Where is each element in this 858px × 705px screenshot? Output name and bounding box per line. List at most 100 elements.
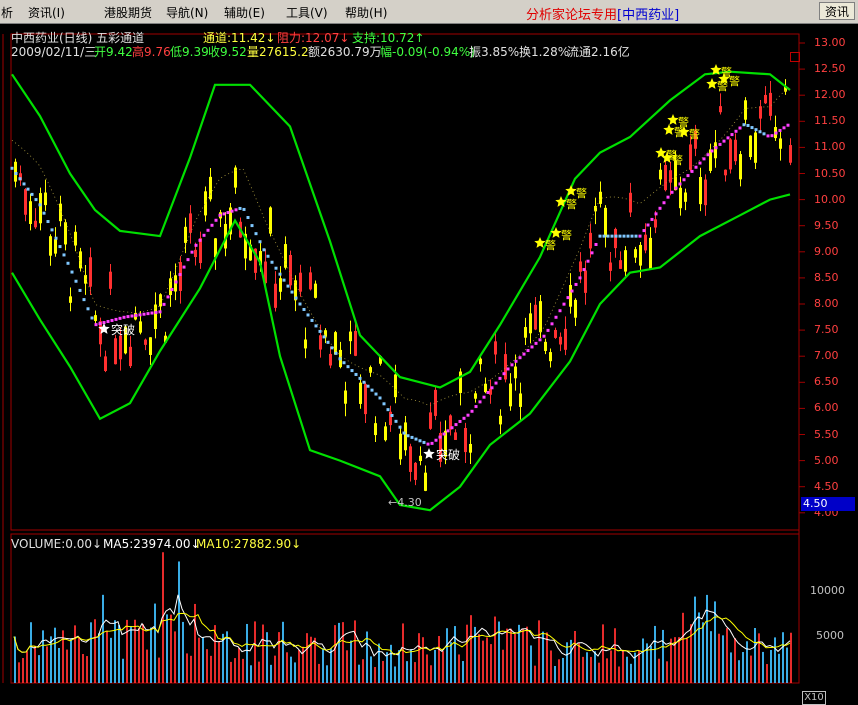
volume-bar <box>650 645 652 683</box>
menu-navigate[interactable]: 导航(N) <box>166 4 208 21</box>
mid-line-dot <box>66 261 70 265</box>
mid-line-dot <box>766 134 770 138</box>
mid-line-dot <box>186 258 190 262</box>
volume-bar <box>334 625 336 683</box>
menu-help[interactable]: 帮助(H) <box>345 4 387 21</box>
volume-bar <box>450 642 452 683</box>
mid-line-dot <box>202 233 206 237</box>
volume-bar <box>582 656 584 683</box>
menu-tools[interactable]: 工具(V) <box>286 4 328 21</box>
volume-bar <box>82 654 84 683</box>
mid-line-dot <box>726 136 730 140</box>
candle-body <box>699 176 702 205</box>
volume-bar <box>554 665 556 683</box>
volume-axis-5000: 5000 <box>816 629 844 642</box>
mid-line-dot <box>478 400 482 404</box>
volume-bar <box>50 636 52 683</box>
close-icon[interactable] <box>790 52 800 62</box>
mid-line-dot <box>510 363 514 367</box>
candle-body <box>114 338 117 365</box>
change-value: 幅-0.09(-0.94%) <box>380 45 475 59</box>
mid-line-dot <box>566 296 570 300</box>
mid-line-dot <box>614 234 618 238</box>
mid-line-dot <box>634 234 638 238</box>
mid-line-dot <box>538 338 542 342</box>
volume-bar <box>578 643 580 683</box>
volume-bar <box>494 616 496 683</box>
volume-bar <box>486 637 488 683</box>
candle-body <box>559 336 562 345</box>
volume-bar <box>234 658 236 683</box>
candle-body <box>609 262 612 271</box>
mid-line-dot <box>274 266 278 270</box>
candle-body <box>24 189 27 215</box>
candle-body <box>74 231 77 246</box>
volume-bar <box>542 631 544 683</box>
mid-line-dot <box>294 296 298 300</box>
mid-line-dot <box>394 419 398 423</box>
mid-line-dot <box>502 372 506 376</box>
menu-info[interactable]: 资讯(I) <box>28 4 65 21</box>
candle-body <box>584 270 587 293</box>
volume-bar <box>102 594 104 683</box>
candle-body <box>349 331 352 342</box>
price-axis-label: 13.00 <box>814 36 846 49</box>
volume-bar <box>90 622 92 683</box>
mid-line-dot <box>130 314 134 318</box>
price-axis-label: 6.00 <box>814 401 839 415</box>
scale-button[interactable]: X10 <box>802 691 826 705</box>
candle-body <box>309 272 312 290</box>
volume-bar <box>342 622 344 683</box>
candle-body <box>44 192 47 206</box>
volume-bar <box>662 629 664 683</box>
close-value: 收9.52 <box>208 45 247 59</box>
mid-line-dot <box>94 323 98 327</box>
mid-line-dot <box>458 419 462 423</box>
chart-svg[interactable]: 警警警警警警警警警警警警 <box>0 24 858 695</box>
volume-bar <box>66 649 68 683</box>
candle-body <box>34 220 37 228</box>
volume-bar <box>30 622 32 683</box>
volume-bar <box>226 631 228 683</box>
volume-bar <box>178 561 180 683</box>
mid-line-dot <box>34 198 38 202</box>
volume-bar <box>138 628 140 683</box>
mid-line-dot <box>298 302 302 306</box>
mid-line-dot <box>90 316 94 320</box>
candle-body <box>654 219 657 228</box>
menu-hk-futures[interactable]: 港股期货 <box>104 4 152 21</box>
candle-body <box>534 304 537 330</box>
menu-assist[interactable]: 辅助(E) <box>224 4 265 21</box>
candle-body <box>69 296 72 303</box>
candle-body <box>549 352 552 362</box>
candle-body <box>759 106 762 119</box>
mid-line-dot <box>62 253 66 257</box>
mid-line-dot <box>646 223 650 227</box>
mid-line-dot <box>286 284 290 288</box>
mid-line-dot <box>54 236 58 240</box>
mid-line-dot <box>22 182 26 186</box>
volume-bar <box>730 652 732 683</box>
candle-body <box>729 139 732 170</box>
candle-body <box>329 353 332 366</box>
volume-bar <box>110 637 112 683</box>
candle-body <box>754 132 757 163</box>
volume-bar <box>278 632 280 683</box>
open-value: 开9.42 <box>94 45 133 59</box>
current-price-box: 4.50 <box>801 497 855 511</box>
volume-bar <box>186 653 188 683</box>
mid-line-dot <box>178 273 182 277</box>
menu-analysis[interactable]: 析 <box>1 4 13 21</box>
candle-body <box>684 192 687 202</box>
candle-body <box>274 283 277 308</box>
candle-body <box>739 154 742 180</box>
volume-bar <box>774 637 776 683</box>
mid-line-dot <box>474 405 478 409</box>
volume-bar <box>786 647 788 683</box>
mid-line-dot <box>666 195 670 199</box>
mid-line-dot <box>406 434 410 438</box>
candle-body <box>474 393 477 399</box>
mid-line-dot <box>162 302 166 306</box>
info-button[interactable]: 资讯 <box>819 2 855 20</box>
volume-bar <box>626 656 628 683</box>
